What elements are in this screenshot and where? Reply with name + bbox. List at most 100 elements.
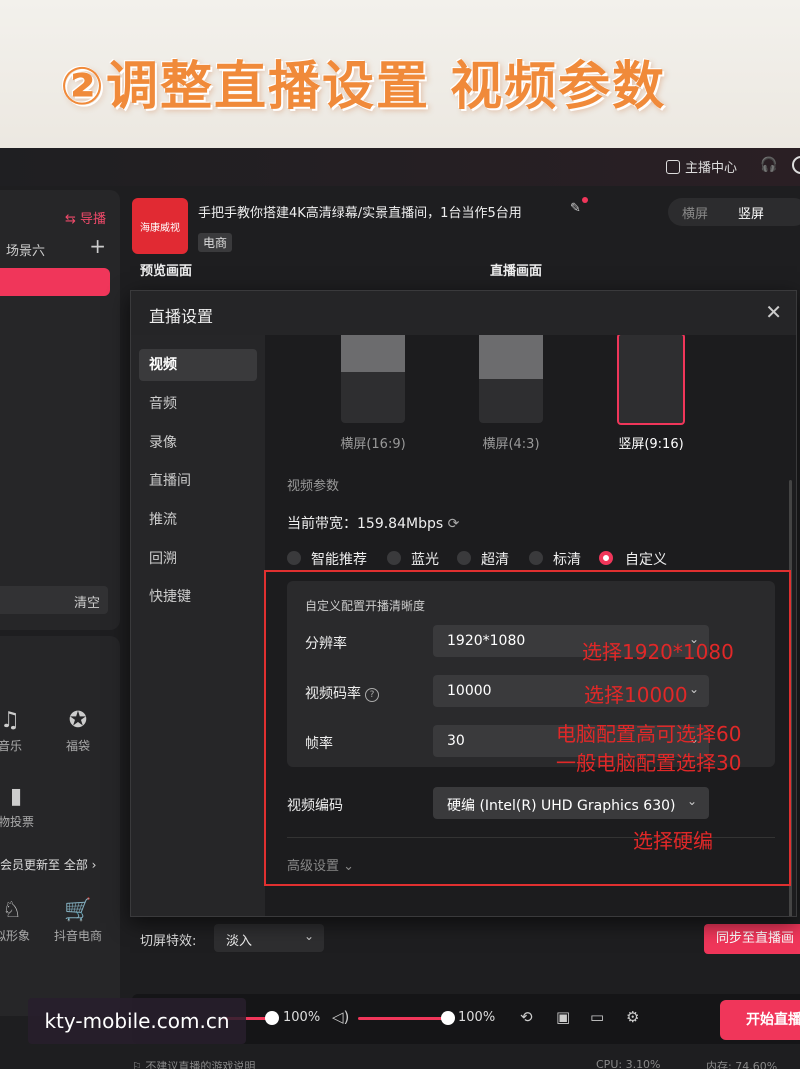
advanced-settings-toggle[interactable]: 高级设置 ⌄ xyxy=(287,855,354,874)
ratio-thumb xyxy=(341,335,405,423)
preset-label: 蓝光 xyxy=(411,552,439,568)
live-settings-dialog: 直播设置 ✕ 视频 音频 录像 直播间 推流 回溯 快捷键 横屏(16:9) 横… xyxy=(130,290,797,917)
add-scene-icon[interactable]: + xyxy=(89,234,106,258)
annotation-fps-high: 电脑配置高可选择60 xyxy=(556,722,742,746)
bandwidth: 当前带宽：159.84Mbps ⟳ xyxy=(287,513,459,533)
clear-bar: 清空 xyxy=(0,586,108,614)
bar-chart-icon: ▮ xyxy=(9,784,23,809)
nav-replay[interactable]: 回溯 xyxy=(139,543,257,575)
cut-effect-value: 淡入 xyxy=(226,934,253,949)
channel-title: 手把手教你搭建4K高清绿幕/实景直播间，1台当作5台用 xyxy=(198,206,522,221)
settings-circle-icon[interactable] xyxy=(792,156,800,174)
speaker-volume-knob[interactable] xyxy=(441,1011,455,1025)
start-live-button[interactable]: 开始直播 xyxy=(720,1000,800,1040)
ratio-label: 竖屏(9:16) xyxy=(618,437,684,452)
scene-tab[interactable]: 场景六 xyxy=(6,240,45,259)
ratio-thumb-selected xyxy=(617,335,685,425)
resolution-value: 1920*1080 xyxy=(447,633,526,649)
custom-config-title: 自定义配置开播清晰度 xyxy=(305,599,426,613)
avatar-tool[interactable]: ♘ 拟形象 xyxy=(0,898,42,944)
live-label: 直播画面 xyxy=(490,264,543,279)
sync-to-live-button[interactable]: 同步至直播画 xyxy=(704,924,800,954)
speaker-volume-slider[interactable] xyxy=(358,1017,448,1020)
anchor-center-link[interactable]: 主播中心 xyxy=(666,157,737,176)
nav-recording[interactable]: 录像 xyxy=(139,427,257,459)
music-tool[interactable]: ♫ 音乐 xyxy=(0,708,40,754)
refresh-icon[interactable]: ⟳ xyxy=(448,516,460,532)
vote-tool[interactable]: ▮ 物投票 xyxy=(0,784,46,830)
portrait-option[interactable]: 竖屏 xyxy=(738,203,764,222)
anchor-center-label: 主播中心 xyxy=(685,161,738,176)
nav-audio[interactable]: 音频 xyxy=(139,388,257,420)
headset-icon[interactable]: 🎧 xyxy=(760,157,777,173)
radio-smart[interactable] xyxy=(287,551,301,565)
orientation-toggle[interactable]: 横屏 竖屏 xyxy=(668,198,800,226)
cut-effect-label: 切屏特效: xyxy=(140,934,197,949)
mic-volume-knob[interactable] xyxy=(265,1011,279,1025)
annotation-fps-normal: 一般电脑配置选择30 xyxy=(556,751,742,775)
ratio-label: 横屏(16:9) xyxy=(340,437,406,452)
close-icon[interactable]: ✕ xyxy=(765,300,782,324)
edit-icon[interactable]: ✎ xyxy=(570,201,581,216)
dialog-title: 直播设置 xyxy=(149,307,214,326)
active-scene-item[interactable] xyxy=(0,268,110,296)
bitrate-value: 10000 xyxy=(447,683,492,699)
preset-label: 自定义 xyxy=(625,552,667,568)
status-footer: ⚐ 不建议直播的游戏说明 CPU: 3.10% 内存: 74.60% xyxy=(132,1058,800,1069)
ratio-thumb xyxy=(479,335,543,423)
tool-label: 拟形象 xyxy=(0,929,30,943)
chevron-down-icon: ⌄ xyxy=(686,794,697,808)
avatar-icon: ♘ xyxy=(2,898,22,923)
tool-label: 音乐 xyxy=(0,739,22,753)
help-icon[interactable]: ? xyxy=(365,688,379,702)
encode-value: 硬编 (Intel(R) UHD Graphics 630) xyxy=(447,798,676,814)
encode-select[interactable]: 硬编 (Intel(R) UHD Graphics 630) ⌄ xyxy=(433,787,709,819)
preset-label: 超清 xyxy=(481,552,509,568)
screen-cast-icon[interactable]: ▣ xyxy=(556,1008,570,1026)
landscape-option[interactable]: 横屏 xyxy=(682,203,708,222)
bitrate-label-text: 视频码率 xyxy=(305,686,361,702)
scene-sidebar: ⇆ 导播 场景六 + 清空 xyxy=(0,190,120,630)
clear-button[interactable]: 清空 xyxy=(74,592,100,611)
fps-value: 30 xyxy=(447,733,465,749)
tool-label: 福袋 xyxy=(65,739,90,753)
nav-video[interactable]: 视频 xyxy=(139,349,257,381)
member-text: 会员更新至 xyxy=(0,858,61,872)
member-notice[interactable]: 会员更新至 全部 › xyxy=(0,856,96,873)
chevron-down-icon: ⌄ xyxy=(688,682,699,696)
shop-tool[interactable]: 🛒 抖音电商 xyxy=(48,898,108,944)
video-camera-icon[interactable]: ▭ xyxy=(590,1008,604,1026)
game-notice[interactable]: ⚐ 不建议直播的游戏说明 xyxy=(132,1060,255,1069)
scrollbar[interactable] xyxy=(789,480,792,916)
tutorial-banner: ②调整直播设置 视频参数 xyxy=(0,0,800,148)
annotation-resolution: 选择1920*1080 xyxy=(582,640,734,664)
annotation-bitrate: 选择10000 xyxy=(584,683,688,707)
gift-bag-tool[interactable]: ✪ 福袋 xyxy=(48,708,108,754)
settings-icon[interactable]: ⚙ xyxy=(626,1008,639,1026)
tool-label: 物投票 xyxy=(0,815,34,829)
guide-button[interactable]: ⇆ 导播 xyxy=(65,208,106,227)
resolution-label: 分辨率 xyxy=(305,636,347,652)
radio-sd[interactable] xyxy=(529,551,543,565)
gift-bag-icon: ✪ xyxy=(68,708,88,733)
nav-streaming[interactable]: 推流 xyxy=(139,504,257,536)
category-tag: 电商 xyxy=(198,233,233,252)
banner-title: ②调整直播设置 视频参数 xyxy=(60,57,667,117)
preset-label: 标清 xyxy=(553,552,581,568)
speaker-icon[interactable]: ◁) xyxy=(332,1008,349,1026)
chart-icon xyxy=(666,160,680,174)
nav-shortcuts[interactable]: 快捷键 xyxy=(139,581,257,613)
camera-switch-icon[interactable]: ⟲ xyxy=(520,1008,533,1026)
nav-live-room[interactable]: 直播间 xyxy=(139,465,257,497)
settings-nav: 视频 音频 录像 直播间 推流 回溯 快捷键 xyxy=(131,335,265,916)
ratio-label: 横屏(4:3) xyxy=(482,437,540,452)
radio-bluray[interactable] xyxy=(387,551,401,565)
ratio-fill xyxy=(341,335,405,372)
annotation-encode: 选择硬编 xyxy=(633,829,713,853)
member-all-link[interactable]: 全部 › xyxy=(64,858,97,872)
radio-custom-selected[interactable] xyxy=(599,551,613,565)
top-bar: 主播中心 🎧 xyxy=(0,148,800,186)
cut-effect-select[interactable]: 淡入 ⌄ xyxy=(214,924,324,952)
radio-super-hd[interactable] xyxy=(457,551,471,565)
mic-volume-value: 100% xyxy=(283,1010,321,1025)
